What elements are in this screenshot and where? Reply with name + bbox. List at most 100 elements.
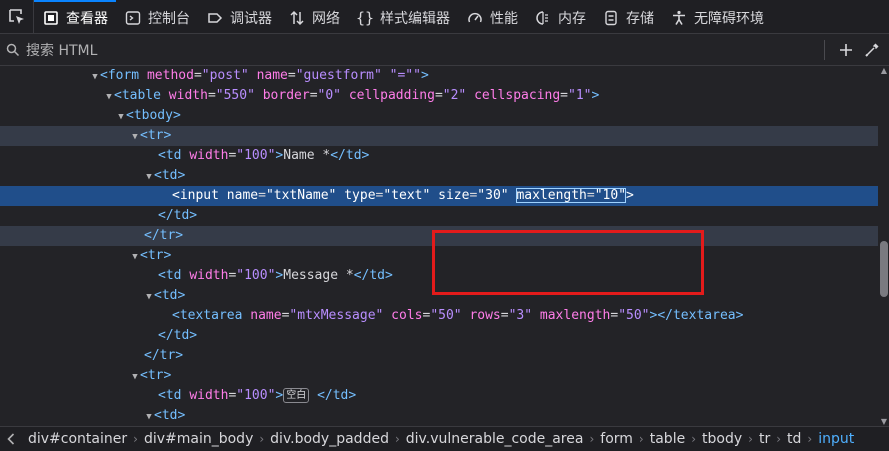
tab-label: 控制台 bbox=[148, 10, 190, 27]
tag-close: > bbox=[591, 88, 600, 103]
tag-close: > bbox=[275, 388, 284, 403]
tab-accessibility[interactable]: 无障碍环境 bbox=[662, 0, 772, 33]
tag-name: <form bbox=[100, 68, 140, 83]
tag-close: </tr> bbox=[144, 348, 184, 363]
tree-node-tbody[interactable]: ▼ <tbody> bbox=[0, 106, 878, 126]
tab-label: 存储 bbox=[626, 10, 654, 27]
expanded-twisty-icon[interactable]: ▼ bbox=[130, 247, 140, 267]
breadcrumb: div#container › div#main_body › div.body_p… bbox=[0, 426, 889, 451]
attr-value: "text" bbox=[383, 188, 431, 203]
attr-value: "100" bbox=[236, 388, 276, 403]
tab-storage[interactable]: 存储 bbox=[594, 0, 662, 33]
tree-node-td[interactable]: ▼ <td> bbox=[0, 406, 878, 426]
tab-debugger[interactable]: 调试器 bbox=[198, 0, 280, 33]
chevron-left-icon[interactable] bbox=[0, 433, 22, 445]
tag-name: <tbody> bbox=[126, 108, 181, 123]
breadcrumb-item[interactable]: tbody bbox=[696, 431, 748, 447]
tab-network[interactable]: 网络 bbox=[280, 0, 348, 33]
add-node-button[interactable] bbox=[833, 37, 859, 63]
tab-label: 无障碍环境 bbox=[694, 10, 764, 27]
attr-name: border bbox=[262, 88, 310, 103]
devtools-toolbar: 查看器 控制台 调试器 网络 {} 样式编辑器 性能 内存 存储 无障碍环境 bbox=[0, 0, 889, 34]
element-picker-button[interactable] bbox=[0, 0, 34, 33]
expanded-twisty-icon[interactable]: ▼ bbox=[90, 67, 100, 87]
tag-close: </tr> bbox=[144, 228, 184, 243]
tree-node-tr-close[interactable]: </tr> bbox=[0, 346, 878, 366]
attr-name: size bbox=[438, 188, 470, 203]
vertical-scrollbar[interactable]: ▲ ▼ bbox=[878, 66, 889, 426]
expanded-twisty-icon[interactable]: ▼ bbox=[144, 407, 154, 426]
tag-close: </td> bbox=[158, 328, 198, 343]
tab-inspector[interactable]: 查看器 bbox=[34, 0, 116, 33]
tag-name: <tr> bbox=[140, 128, 172, 143]
tree-node-td[interactable]: <td width="100"> 空白 </td> bbox=[0, 386, 878, 406]
text-node: Name * bbox=[283, 148, 331, 163]
tag-name: <table bbox=[114, 88, 161, 103]
expanded-twisty-icon[interactable]: ▼ bbox=[104, 87, 114, 107]
attr-value: "post" bbox=[201, 68, 249, 83]
tag-name: <td> bbox=[154, 288, 186, 303]
expanded-twisty-icon[interactable]: ▼ bbox=[116, 107, 126, 127]
divider bbox=[824, 39, 825, 60]
expanded-twisty-icon[interactable]: ▼ bbox=[130, 367, 140, 387]
tab-performance[interactable]: 性能 bbox=[458, 0, 526, 33]
tree-node-td[interactable]: ▼ <td> bbox=[0, 166, 878, 186]
breadcrumb-item[interactable]: table bbox=[644, 431, 691, 447]
attr-name: cellpadding bbox=[348, 88, 435, 103]
tag-close: </td> bbox=[317, 388, 357, 403]
tree-node-td-close[interactable]: </td> bbox=[0, 326, 878, 346]
breadcrumb-item[interactable]: div#main_body bbox=[138, 431, 259, 447]
tab-memory[interactable]: 内存 bbox=[526, 0, 594, 33]
search-input[interactable]: 搜索 HTML bbox=[26, 40, 816, 60]
tag-close: ></textarea> bbox=[649, 308, 744, 323]
attr-eq: = bbox=[560, 88, 568, 103]
tag-name: <td> bbox=[154, 168, 186, 183]
breadcrumb-item[interactable]: form bbox=[594, 431, 639, 447]
scrollbar-thumb[interactable] bbox=[880, 241, 888, 297]
memory-icon bbox=[534, 9, 552, 27]
maxlength-attribute[interactable]: maxlength="10" bbox=[516, 188, 627, 203]
breadcrumb-item[interactable]: tr bbox=[753, 431, 776, 447]
tree-node-tr[interactable]: ▼ <tr> bbox=[0, 126, 878, 146]
tree-node-input-selected[interactable]: <input name="txtName" type="text" size="… bbox=[0, 186, 878, 206]
attr-name: width bbox=[189, 388, 229, 403]
tag-close: </td> bbox=[353, 268, 393, 283]
eyedropper-button[interactable] bbox=[859, 37, 885, 63]
tab-style-editor[interactable]: {} 样式编辑器 bbox=[348, 0, 458, 33]
attr-value: "100" bbox=[236, 268, 276, 283]
attr-eq: = bbox=[434, 88, 443, 103]
tab-console[interactable]: 控制台 bbox=[116, 0, 198, 33]
tree-node-td[interactable]: <td width="100">Name *</td> bbox=[0, 146, 878, 166]
tab-label: 样式编辑器 bbox=[380, 10, 450, 27]
attr-value: "550" bbox=[215, 88, 255, 103]
attr-name: method bbox=[146, 68, 194, 83]
attr-eq: = bbox=[309, 88, 318, 103]
breadcrumb-item[interactable]: div.vulnerable_code_area bbox=[400, 431, 590, 447]
expanded-twisty-icon[interactable]: ▼ bbox=[144, 167, 154, 187]
scroll-up-icon[interactable]: ▲ bbox=[880, 66, 888, 75]
expanded-twisty-icon[interactable]: ▼ bbox=[130, 127, 140, 147]
breadcrumb-item[interactable]: div.body_padded bbox=[264, 431, 395, 447]
tag-close: </td> bbox=[330, 148, 370, 163]
attr-value: "50" bbox=[618, 308, 650, 323]
tag-close: > bbox=[626, 188, 634, 203]
expanded-twisty-icon[interactable]: ▼ bbox=[144, 287, 154, 307]
search-icon bbox=[0, 43, 26, 57]
tree-node-table[interactable]: ▼ <table width="550" border="0" cellpaddi… bbox=[0, 86, 878, 106]
attr-name: maxlength bbox=[516, 188, 587, 203]
tree-node-textarea[interactable]: <textarea name="mtxMessage" cols="50" ro… bbox=[0, 306, 878, 326]
attr-value: "="" bbox=[389, 68, 421, 83]
plus-icon bbox=[840, 43, 852, 56]
tab-label: 网络 bbox=[312, 10, 340, 27]
breadcrumb-item[interactable]: td bbox=[781, 431, 807, 447]
tag-name: <td> bbox=[154, 408, 186, 423]
tag-name: <tr> bbox=[140, 368, 172, 383]
breadcrumb-item[interactable]: div#container bbox=[22, 431, 133, 447]
network-icon bbox=[288, 9, 306, 27]
tree-node-td-close[interactable]: </td> bbox=[0, 206, 878, 226]
tree-node-tr[interactable]: ▼ <tr> bbox=[0, 366, 878, 386]
tree-node-form[interactable]: ▼ <form method="post" name="guestform" "=… bbox=[0, 66, 878, 86]
scroll-down-icon[interactable]: ▼ bbox=[880, 417, 888, 426]
breadcrumb-item-active[interactable]: input bbox=[812, 431, 860, 447]
tag-name: <td bbox=[158, 268, 182, 283]
